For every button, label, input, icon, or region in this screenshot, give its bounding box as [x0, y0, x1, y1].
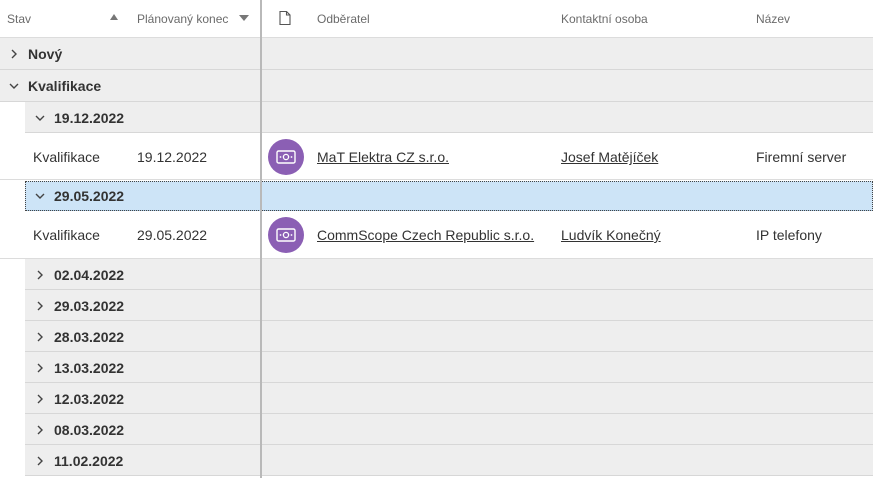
chevron-down-icon[interactable]	[34, 112, 46, 124]
document-icon[interactable]	[279, 11, 291, 25]
chevron-right-icon[interactable]	[34, 331, 46, 343]
chevron-right-icon[interactable]	[34, 455, 46, 467]
column-header-nazev[interactable]: Název	[756, 12, 790, 26]
subgroup-label: 29.05.2022	[54, 188, 125, 204]
subgroup-row[interactable]: 12.03.2022	[25, 383, 873, 414]
chevron-down-icon[interactable]	[8, 80, 20, 92]
frozen-column-splitter[interactable]	[260, 0, 262, 478]
subgroup-label: 11.02.2022	[54, 453, 124, 469]
sort-ascending-icon[interactable]	[110, 14, 118, 20]
chevron-right-icon[interactable]	[34, 362, 46, 374]
group-label: Kvalifikace	[28, 78, 102, 94]
table-row[interactable]: Kvalifikace 29.05.2022 CommScope Czech R…	[0, 211, 873, 259]
chevron-right-icon[interactable]	[34, 300, 46, 312]
chevron-right-icon[interactable]	[34, 269, 46, 281]
subgroup-row-selected[interactable]: 29.05.2022	[25, 181, 873, 211]
money-icon[interactable]	[268, 217, 304, 253]
cell-stav: Kvalifikace	[33, 149, 100, 165]
subgroup-label: 02.04.2022	[54, 267, 125, 283]
grid-header: Stav Plánovaný konec Odběratel Kontaktní…	[0, 0, 873, 38]
table-row[interactable]: Kvalifikace 19.12.2022 MaT Elektra CZ s.…	[0, 133, 873, 180]
subgroup-row[interactable]: 11.02.2022	[25, 445, 873, 476]
group-row-novy[interactable]: Nový	[0, 38, 873, 70]
column-header-kontaktni-osoba[interactable]: Kontaktní osoba	[561, 12, 648, 26]
cell-planovany-konec: 29.05.2022	[137, 227, 208, 243]
group-label: Nový	[28, 46, 63, 62]
cell-nazev: IP telefony	[756, 227, 822, 243]
subgroup-row[interactable]: 28.03.2022	[25, 321, 873, 352]
column-header-stav[interactable]: Stav	[7, 12, 31, 26]
column-header-odberatel[interactable]: Odběratel	[317, 12, 370, 26]
subgroup-label: 29.03.2022	[54, 298, 125, 314]
column-header-planovany-konec[interactable]: Plánovaný konec	[137, 12, 228, 26]
customer-link[interactable]: MaT Elektra CZ s.r.o.	[317, 149, 449, 165]
subgroup-label: 12.03.2022	[54, 391, 125, 407]
subgroup-label: 13.03.2022	[54, 360, 125, 376]
column-menu-icon[interactable]	[239, 15, 249, 21]
opportunity-grid: Stav Plánovaný konec Odběratel Kontaktní…	[0, 0, 873, 478]
subgroup-row[interactable]: 08.03.2022	[25, 414, 873, 445]
chevron-right-icon[interactable]	[8, 48, 20, 60]
money-icon[interactable]	[268, 139, 304, 175]
chevron-right-icon[interactable]	[34, 424, 46, 436]
chevron-down-icon[interactable]	[34, 190, 46, 202]
contact-link[interactable]: Ludvík Konečný	[561, 227, 661, 243]
chevron-right-icon[interactable]	[34, 393, 46, 405]
subgroup-row[interactable]: 29.03.2022	[25, 290, 873, 321]
cell-planovany-konec: 19.12.2022	[137, 149, 208, 165]
subgroup-label: 19.12.2022	[54, 110, 125, 126]
subgroup-row[interactable]: 02.04.2022	[25, 259, 873, 290]
subgroup-row[interactable]: 13.03.2022	[25, 352, 873, 383]
cell-stav: Kvalifikace	[33, 227, 100, 243]
group-row-kvalifikace[interactable]: Kvalifikace	[0, 70, 873, 102]
subgroup-row[interactable]: 19.12.2022	[25, 102, 873, 133]
customer-link[interactable]: CommScope Czech Republic s.r.o.	[317, 227, 534, 243]
subgroup-label: 28.03.2022	[54, 329, 125, 345]
contact-link[interactable]: Josef Matějíček	[561, 149, 658, 165]
subgroup-label: 08.03.2022	[54, 422, 125, 438]
cell-nazev: Firemní server	[756, 149, 847, 165]
